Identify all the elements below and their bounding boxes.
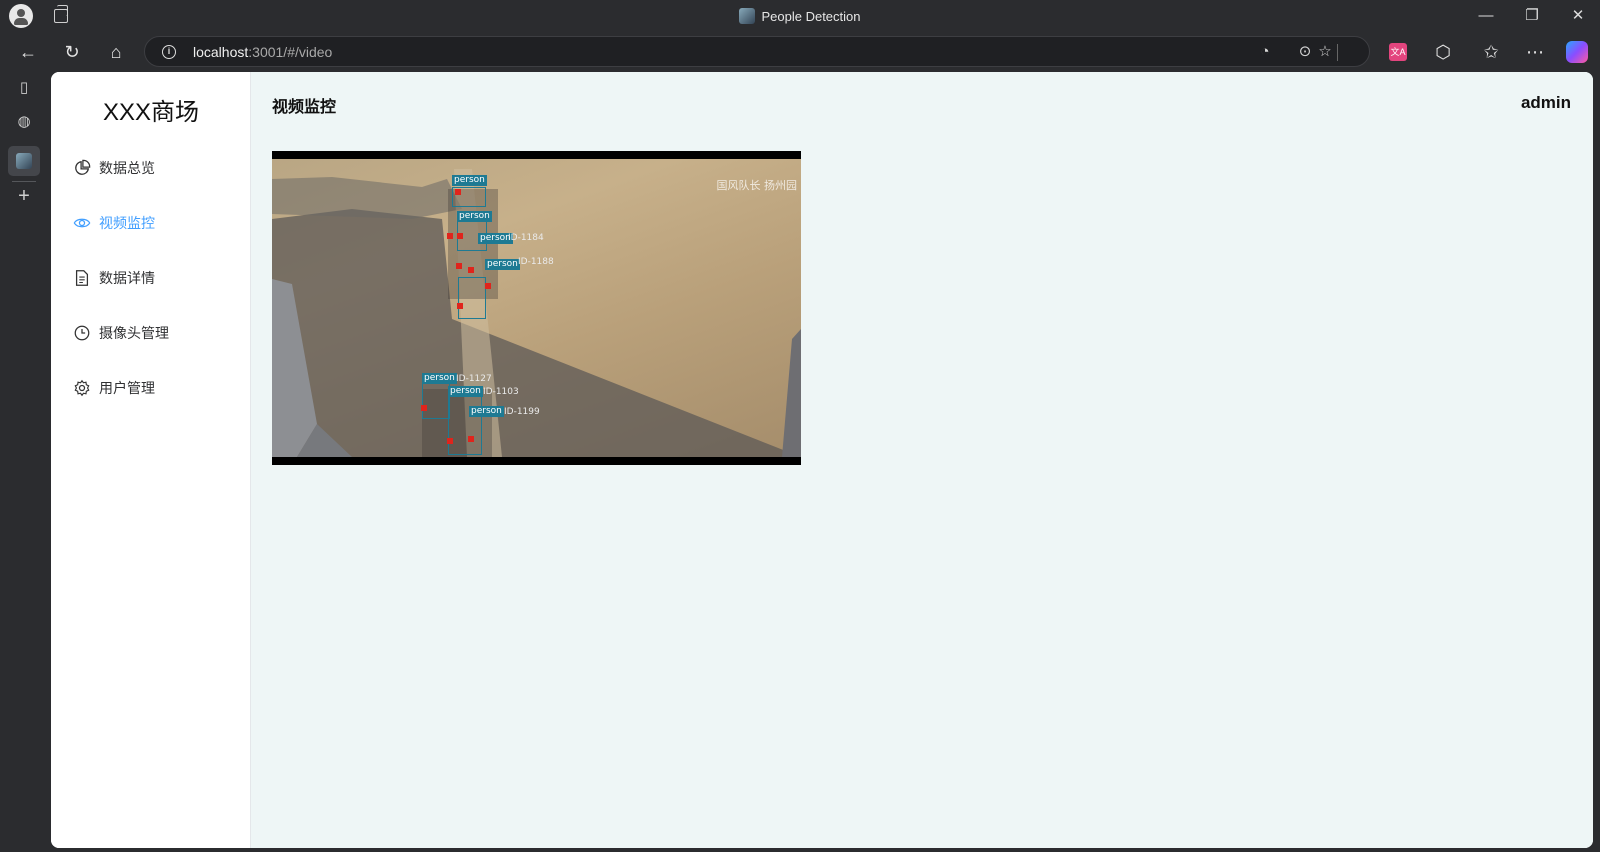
restore-icon[interactable]: ❐ bbox=[1522, 6, 1542, 26]
menu-item-label: 数据总览 bbox=[99, 160, 155, 176]
detection-label: person bbox=[469, 406, 504, 417]
gear-icon bbox=[74, 379, 90, 397]
browser-toolbar: ← ↻ ⌂ i localhost:3001/#/video ◔ ⊙ ☆ 文A … bbox=[0, 33, 1600, 71]
url-path: :3001/#/video bbox=[248, 44, 333, 60]
tab-actions-icon[interactable]: ▯ bbox=[13, 77, 35, 99]
favicon-icon bbox=[739, 8, 756, 24]
detection-id: ID-1127 bbox=[456, 374, 492, 384]
menu-item-label: 用户管理 bbox=[99, 380, 155, 396]
active-tab-icon[interactable] bbox=[8, 146, 40, 176]
url-host: localhost bbox=[193, 44, 249, 60]
window-title: People Detection bbox=[0, 8, 1600, 24]
minimize-icon[interactable]: — bbox=[1476, 6, 1496, 26]
menu-item-label: 摄像头管理 bbox=[99, 325, 169, 341]
main-content: 视频监控 admin person person person ID-1184 … bbox=[251, 72, 1593, 848]
tracking-point bbox=[468, 436, 474, 442]
site-info-icon[interactable]: i bbox=[162, 45, 176, 59]
translate-extension-icon[interactable]: 文A bbox=[1389, 43, 1407, 61]
tracking-point bbox=[447, 438, 453, 444]
current-user[interactable]: admin bbox=[1521, 93, 1571, 113]
refresh-icon[interactable]: ↻ bbox=[61, 41, 83, 63]
people-detection-favicon-icon bbox=[16, 153, 32, 169]
url-text[interactable]: localhost:3001/#/video bbox=[193, 44, 332, 60]
settings-more-icon[interactable]: ⋯ bbox=[1524, 41, 1546, 63]
pie-chart-icon bbox=[75, 159, 91, 175]
copilot-icon[interactable] bbox=[1566, 41, 1588, 63]
extensions-icon[interactable]: ⬡ bbox=[1432, 41, 1454, 63]
detection-label: person bbox=[422, 373, 457, 384]
menu-item-details[interactable]: 数据详情 bbox=[73, 263, 243, 293]
menu-item-video[interactable]: 视频监控 bbox=[73, 208, 243, 238]
tracking-point bbox=[456, 263, 462, 269]
browser-sidebar-rail: ▯ ◍ + bbox=[0, 71, 50, 852]
page-title: 视频监控 bbox=[272, 99, 337, 116]
browser-titlebar: People Detection — ❐ ✕ bbox=[0, 0, 1600, 33]
detection-id: ID-1199 bbox=[504, 407, 540, 417]
menu-item-label: 数据详情 bbox=[99, 270, 155, 286]
more-site-options-icon[interactable]: ⊙ bbox=[1295, 42, 1315, 62]
rail-divider bbox=[12, 181, 36, 182]
tracking-point bbox=[457, 303, 463, 309]
detection-label: person bbox=[448, 386, 483, 397]
menu-item-camera[interactable]: 摄像头管理 bbox=[73, 318, 243, 348]
tracking-point bbox=[447, 233, 453, 239]
window-title-text: People Detection bbox=[761, 9, 861, 24]
detection-id: ID-1184 bbox=[508, 233, 544, 243]
favorite-star-icon[interactable]: ☆ bbox=[1315, 42, 1335, 62]
detection-label: person bbox=[485, 259, 520, 270]
video-frame: person person person ID-1184 person ID-1… bbox=[272, 159, 801, 457]
video-watermark: 国风队长 扬州园 bbox=[716, 179, 798, 192]
page-viewport: XXX商场 数据总览 视频监控 数据详情 摄像头管理 用户管理 视频监控 adm… bbox=[51, 72, 1593, 848]
detection-id: ID-1103 bbox=[483, 387, 519, 397]
detection-label: person bbox=[457, 211, 492, 222]
tracking-point bbox=[457, 233, 463, 239]
detection-box bbox=[422, 381, 450, 419]
video-player[interactable]: person person person ID-1184 person ID-1… bbox=[272, 151, 801, 465]
eye-icon bbox=[73, 218, 91, 228]
brand-title: XXX商场 bbox=[102, 99, 200, 126]
clock-icon bbox=[74, 325, 90, 341]
close-icon[interactable]: ✕ bbox=[1568, 6, 1588, 26]
menu-item-users[interactable]: 用户管理 bbox=[73, 373, 243, 403]
address-bar[interactable]: i localhost:3001/#/video ◔ ⊙ ☆ bbox=[144, 36, 1370, 67]
globe-icon[interactable]: ◍ bbox=[13, 111, 35, 133]
tracking-point bbox=[485, 283, 491, 289]
detection-box bbox=[458, 277, 486, 319]
app-sidebar: XXX商场 数据总览 视频监控 数据详情 摄像头管理 用户管理 bbox=[51, 72, 251, 848]
menu-item-overview[interactable]: 数据总览 bbox=[73, 153, 243, 183]
new-tab-icon[interactable]: + bbox=[13, 185, 35, 207]
home-icon[interactable]: ⌂ bbox=[105, 41, 127, 63]
detection-id: ID-1188 bbox=[518, 257, 554, 267]
document-icon bbox=[75, 270, 89, 286]
tracking-point bbox=[468, 267, 474, 273]
address-divider bbox=[1337, 44, 1338, 61]
detection-box bbox=[448, 395, 482, 455]
back-icon[interactable]: ← bbox=[17, 41, 39, 63]
detection-label: person bbox=[452, 175, 487, 186]
menu-item-label: 视频监控 bbox=[99, 215, 155, 231]
edge-bar-icon[interactable]: ◔ bbox=[1255, 42, 1275, 62]
tracking-point bbox=[455, 189, 461, 195]
tracking-point bbox=[421, 405, 427, 411]
favorites-icon[interactable]: ✩ bbox=[1480, 41, 1502, 63]
